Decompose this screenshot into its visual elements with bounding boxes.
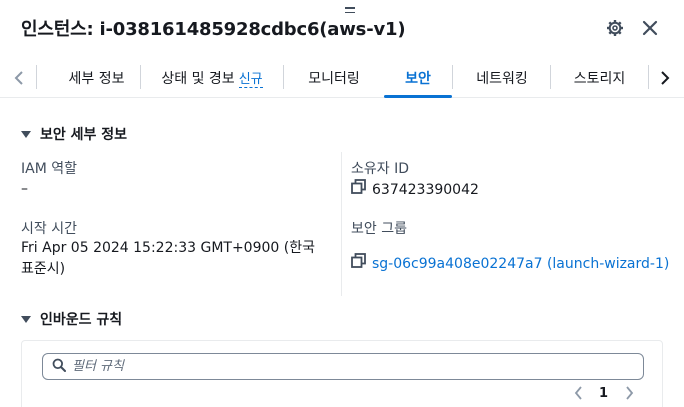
iam-role-value: –	[21, 181, 28, 197]
chevron-right-icon[interactable]	[650, 58, 680, 97]
tab-label: 상태 및 경보	[161, 70, 235, 87]
caret-down-icon	[21, 130, 31, 138]
instance-tabs: 세부 정보 상태 및 경보 신규 모니터링 보안 네트워킹 스토리지	[0, 58, 684, 98]
iam-role-label: IAM 역할	[21, 161, 77, 177]
tab-label: 세부 정보	[68, 70, 125, 87]
panel-header: 인스턴스: i-038161485928cdbc6(aws-v1)	[0, 0, 684, 58]
owner-id-value: 637423390042	[372, 182, 479, 198]
instance-title: 인스턴스: i-038161485928cdbc6(aws-v1)	[21, 19, 406, 40]
launch-time-label: 시작 시간	[21, 221, 77, 237]
new-badge: 신규	[238, 68, 263, 88]
tab-monitoring[interactable]: 모니터링	[284, 58, 384, 97]
tab-security[interactable]: 보안	[384, 58, 452, 98]
page-number[interactable]: 1	[599, 386, 608, 401]
tab-label: 모니터링	[308, 70, 360, 87]
tab-label: 스토리지	[573, 70, 626, 87]
owner-id-label: 소유자 ID	[351, 161, 409, 177]
security-groups-label: 보안 그룹	[351, 221, 407, 237]
tab-divider	[648, 65, 649, 89]
tab-label: 보안	[405, 70, 431, 87]
inbound-rules-table: 1	[21, 340, 663, 407]
caret-down-icon	[21, 315, 31, 323]
pagination: 1	[571, 385, 636, 401]
owner-id-value-row: 637423390042	[351, 179, 479, 201]
tab-networking[interactable]: 네트워킹	[453, 58, 551, 97]
tab-details[interactable]: 세부 정보	[37, 58, 156, 97]
search-icon	[52, 357, 66, 376]
chevron-left-icon[interactable]	[4, 58, 34, 97]
close-icon[interactable]	[639, 17, 661, 39]
security-details-toggle[interactable]: 보안 세부 정보	[21, 124, 127, 144]
security-group-link[interactable]: sg-06c99a408e02247a7 (launch-wizard-1)	[372, 256, 669, 272]
filter-rules-field[interactable]	[42, 353, 644, 380]
chevron-left-icon[interactable]	[571, 385, 585, 401]
tab-status-alarms[interactable]: 상태 및 경보 신규	[141, 58, 283, 97]
settings-gear-icon[interactable]	[604, 17, 626, 39]
inbound-rules-toggle[interactable]: 인바운드 규칙	[21, 309, 122, 329]
security-group-row: sg-06c99a408e02247a7 (launch-wizard-1)	[351, 253, 669, 275]
tab-storage[interactable]: 스토리지	[551, 58, 648, 97]
copy-icon[interactable]	[351, 179, 366, 201]
section-title: 인바운드 규칙	[40, 312, 123, 328]
section-title: 보안 세부 정보	[40, 127, 128, 143]
column-divider	[341, 152, 342, 296]
filter-rules-input[interactable]	[72, 359, 612, 374]
chevron-right-icon[interactable]	[622, 385, 636, 401]
copy-icon[interactable]	[351, 253, 366, 275]
launch-time-value: Fri Apr 05 2024 15:22:33 GMT+0900 (한국 표준…	[21, 240, 315, 277]
tab-label: 네트워킹	[476, 70, 528, 87]
